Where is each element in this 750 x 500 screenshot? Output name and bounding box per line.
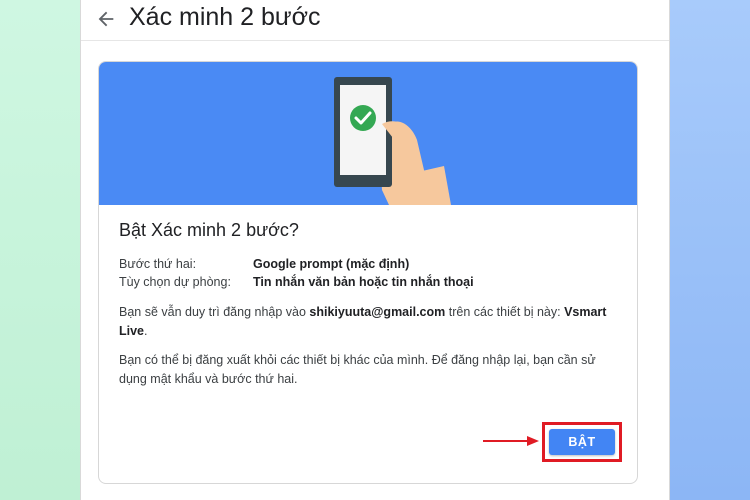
arrow-left-icon[interactable] bbox=[95, 8, 117, 30]
right-background-strip bbox=[668, 0, 750, 500]
detail-value: Google prompt (mặc định) bbox=[253, 257, 410, 271]
account-email: shikiyuuta@gmail.com bbox=[309, 305, 446, 319]
turn-on-button[interactable]: BẬT bbox=[549, 429, 615, 455]
detail-value: Tin nhắn văn bản hoặc tin nhắn thoại bbox=[253, 275, 474, 289]
text-segment: Bạn sẽ vẫn duy trì đăng nhập vào bbox=[119, 305, 310, 319]
settings-window: Xác minh 2 bước Bật Xác minh 2 bước? Bướ… bbox=[80, 0, 670, 500]
detail-label: Bước thứ hai: bbox=[119, 257, 197, 271]
text-segment: trên các thiết bị này: bbox=[445, 305, 565, 319]
text-segment: . bbox=[144, 324, 148, 338]
left-background-strip bbox=[0, 0, 80, 500]
page-title: Xác minh 2 bước bbox=[129, 3, 321, 31]
detail-label: Tùy chọn dự phòng: bbox=[119, 275, 231, 289]
stay-signed-in-text: Bạn sẽ vẫn duy trì đăng nhập vào shikiyu… bbox=[119, 303, 609, 341]
confirm-card: Bật Xác minh 2 bước? Bước thứ hai: Google… bbox=[98, 61, 638, 484]
sign-out-warning-text: Bạn có thể bị đăng xuất khỏi các thiết b… bbox=[119, 353, 596, 386]
detail-row-backup: Tùy chọn dự phòng: Tin nhắn văn bản hoặc … bbox=[119, 275, 474, 289]
phone-with-checkmark-icon bbox=[334, 77, 451, 205]
hero-banner bbox=[99, 62, 637, 205]
page-header: Xác minh 2 bước bbox=[81, 0, 669, 41]
detail-row-second-step: Bước thứ hai: Google prompt (mặc định) bbox=[119, 257, 409, 271]
arrow-right-icon bbox=[483, 436, 539, 446]
card-title: Bật Xác minh 2 bước? bbox=[119, 220, 299, 240]
